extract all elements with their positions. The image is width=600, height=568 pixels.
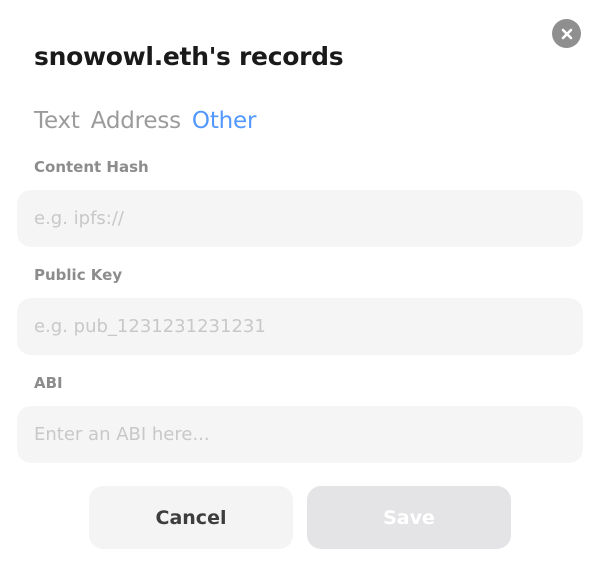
close-icon bbox=[561, 28, 573, 40]
tab-address[interactable]: Address bbox=[91, 104, 181, 138]
cancel-button[interactable]: Cancel bbox=[89, 486, 293, 549]
tab-text[interactable]: Text bbox=[34, 104, 80, 138]
record-type-tabs: Text Address Other bbox=[34, 104, 256, 138]
public-key-label: Public Key bbox=[34, 266, 123, 284]
content-hash-input[interactable] bbox=[17, 190, 583, 247]
close-button[interactable] bbox=[552, 19, 581, 48]
abi-label: ABI bbox=[34, 374, 63, 392]
abi-input[interactable] bbox=[17, 406, 583, 463]
tab-other[interactable]: Other bbox=[192, 104, 257, 138]
records-modal: snowowl.eth's records Text Address Other… bbox=[0, 0, 600, 568]
modal-title: snowowl.eth's records bbox=[34, 42, 344, 71]
public-key-input[interactable] bbox=[17, 298, 583, 355]
content-hash-label: Content Hash bbox=[34, 158, 149, 176]
save-button[interactable]: Save bbox=[307, 486, 511, 549]
